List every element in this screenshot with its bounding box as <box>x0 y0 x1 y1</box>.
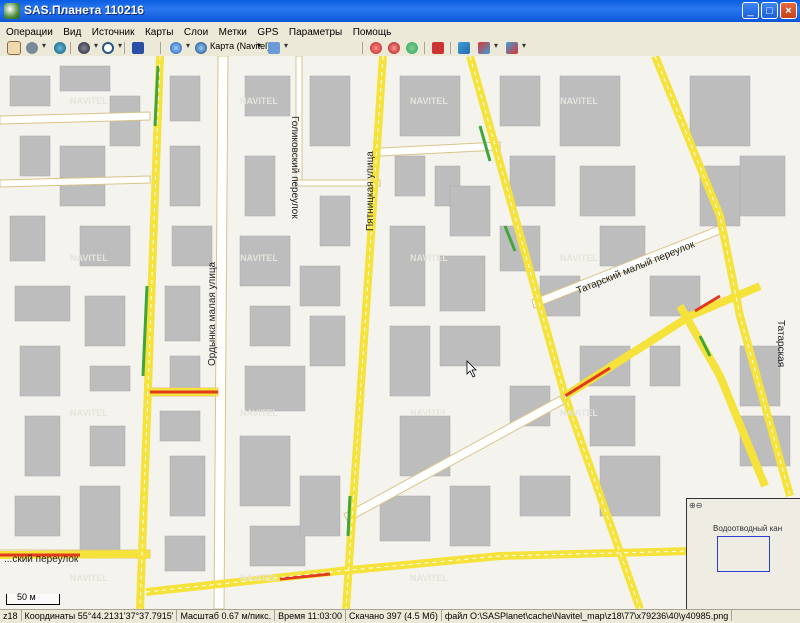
close-button[interactable]: × <box>780 2 797 19</box>
svg-text:NAVITEL: NAVITEL <box>240 573 278 583</box>
menu-view[interactable]: Вид <box>60 24 84 38</box>
svg-text:NAVITEL: NAVITEL <box>410 96 448 106</box>
menu-operations[interactable]: Операции <box>3 24 56 38</box>
street-label-tatarskaya: Татарская <box>775 320 786 367</box>
svg-text:NAVITEL: NAVITEL <box>560 96 598 106</box>
map-source-icon[interactable] <box>193 40 209 55</box>
street-label-pyatnitskaya: Пятницкая улица <box>365 151 376 231</box>
svg-text:NAVITEL: NAVITEL <box>240 408 278 418</box>
menu-bar: Операции Вид Источник Карты Слои Метки G… <box>0 22 800 41</box>
svg-text:NAVITEL: NAVITEL <box>70 408 108 418</box>
menu-gps[interactable]: GPS <box>254 24 281 38</box>
menu-marks[interactable]: Метки <box>216 24 250 38</box>
maximize-button[interactable]: □ <box>761 2 778 19</box>
street-label-golikovsky: Голиковский переулок <box>289 116 300 219</box>
menu-maps[interactable]: Карты <box>142 24 177 38</box>
layers-icon[interactable] <box>266 40 288 55</box>
status-coords: Координаты 55°44.2131'37°37.7915' <box>22 610 178 621</box>
route-clear-icon[interactable] <box>504 40 526 55</box>
route-icon[interactable] <box>456 40 472 55</box>
mark-delete-icon[interactable] <box>386 40 402 55</box>
globe-dark-icon[interactable] <box>76 40 98 55</box>
mark-edit-icon[interactable] <box>404 40 420 55</box>
street-label-ordynka: Ордынка малая улица <box>207 261 218 366</box>
map-selector[interactable]: Карта (Navitel) <box>210 41 270 51</box>
status-downloaded: Скачано 397 (4.5 Мб) <box>346 610 442 621</box>
path-icon[interactable] <box>130 40 146 55</box>
app-icon <box>4 3 20 19</box>
menu-source[interactable]: Источник <box>89 24 138 38</box>
window-title: SAS.Планета 110216 <box>24 3 144 17</box>
toolbar: Карта (Navitel) ▾ <box>0 40 800 57</box>
status-bar: z18 Координаты 55°44.2131'37°37.7915' Масш… <box>0 609 800 623</box>
menu-settings[interactable]: Параметры <box>286 24 345 38</box>
svg-text:NAVITEL: NAVITEL <box>70 96 108 106</box>
book-icon[interactable] <box>430 40 446 55</box>
gps-icon[interactable] <box>52 40 68 55</box>
scale-bar: 50 м <box>6 592 60 605</box>
svg-text:NAVITEL: NAVITEL <box>410 253 448 263</box>
search-icon[interactable] <box>100 40 122 55</box>
map-canvas: NAVITEL NAVITEL NAVITEL NAVITEL NAVITEL NAVI… <box>0 56 794 609</box>
svg-text:NAVITEL: NAVITEL <box>560 253 598 263</box>
status-time: Время 11:03:00 <box>275 610 347 621</box>
svg-text:NAVITEL: NAVITEL <box>240 96 278 106</box>
menu-layers[interactable]: Слои <box>181 24 211 38</box>
map-view[interactable]: NAVITEL NAVITEL NAVITEL NAVITEL NAVITEL NAVI… <box>0 56 800 609</box>
status-file: файл O:\SASPlanet\cache\Navitel_map\z18\… <box>442 610 733 621</box>
minimap-viewport-frame[interactable] <box>717 536 770 572</box>
minimap-street-label: Водоотводный кан <box>713 524 783 533</box>
title-bar: SAS.Планета 110216 _ □ × <box>0 0 800 22</box>
minimap[interactable]: ⊕⊖ Водоотводный кан <box>686 498 800 609</box>
minimap-zoom-icon[interactable]: ⊕⊖ <box>689 501 703 510</box>
svg-text:NAVITEL: NAVITEL <box>70 573 108 583</box>
svg-text:NAVITEL: NAVITEL <box>70 253 108 263</box>
minimize-button[interactable]: _ <box>742 2 759 19</box>
route-dash-icon[interactable] <box>476 40 498 55</box>
mark-add-icon[interactable] <box>368 40 384 55</box>
zoom-select-icon[interactable] <box>24 40 46 55</box>
scale-label: 50 м <box>17 592 36 602</box>
status-scale: Масштаб 0.67 м/пикс. <box>177 610 276 621</box>
status-zoom: z18 <box>0 610 22 621</box>
svg-text:NAVITEL: NAVITEL <box>410 573 448 583</box>
svg-text:NAVITEL: NAVITEL <box>560 408 598 418</box>
globe-layers-icon[interactable] <box>168 40 190 55</box>
street-label-pereulok: ...ский переулок <box>4 554 79 565</box>
svg-text:NAVITEL: NAVITEL <box>240 253 278 263</box>
chevron-down-icon[interactable]: ▾ <box>257 41 261 50</box>
hand-icon[interactable] <box>6 40 22 55</box>
menu-help[interactable]: Помощь <box>350 24 395 38</box>
svg-text:NAVITEL: NAVITEL <box>410 408 448 418</box>
